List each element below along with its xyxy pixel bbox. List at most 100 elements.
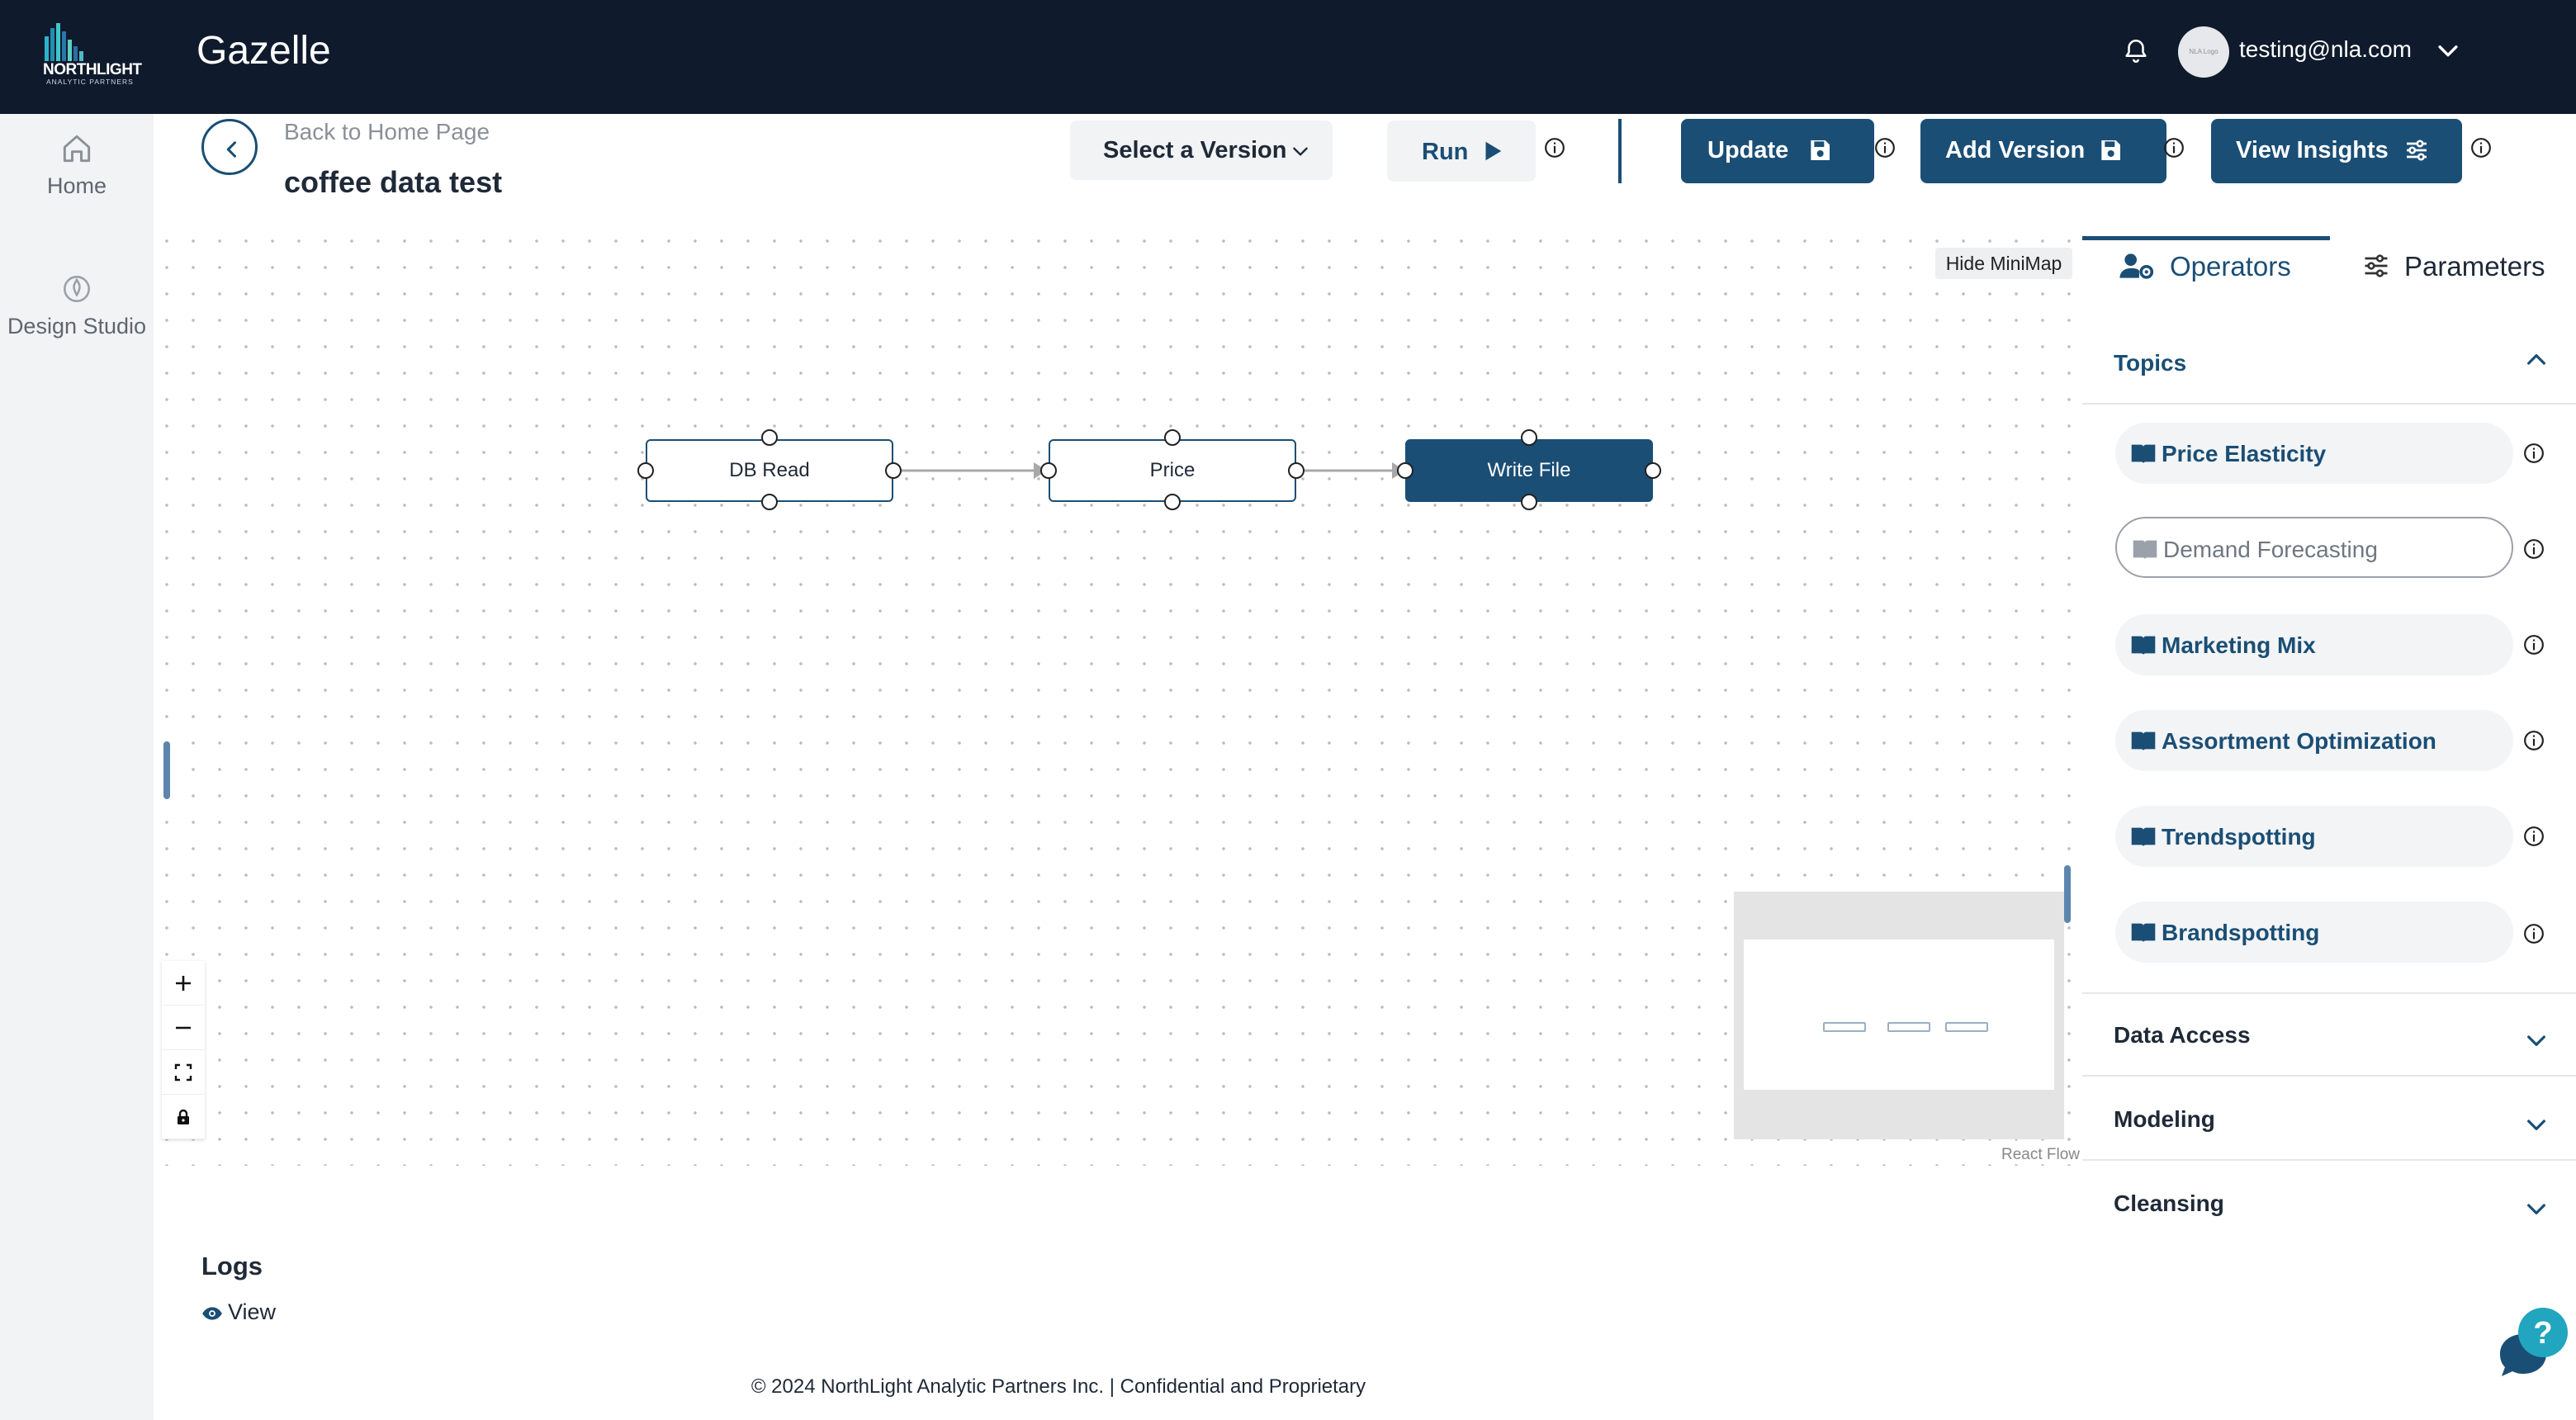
modeling-section-header[interactable]: Modeling xyxy=(2082,1078,2576,1161)
update-button[interactable]: Update xyxy=(1681,119,1874,183)
node-handle[interactable] xyxy=(1397,462,1413,479)
logs-view-link[interactable]: View xyxy=(201,1299,276,1325)
topic-info-icon[interactable] xyxy=(2523,826,2545,847)
nav-item-label: Home xyxy=(46,173,107,198)
node-handle[interactable] xyxy=(1645,462,1661,479)
node-handle[interactable] xyxy=(637,462,654,479)
topic-label: Brandspotting xyxy=(2162,920,2320,945)
topic-demand-forecasting[interactable]: Demand Forecasting xyxy=(2115,517,2513,578)
sliders-icon xyxy=(2407,140,2427,161)
play-icon xyxy=(1485,141,1502,161)
bell-icon[interactable] xyxy=(2122,35,2150,68)
flow-node-db-read[interactable]: DB Read xyxy=(646,439,893,502)
user-email[interactable]: testing@nla.com xyxy=(2239,36,2412,63)
active-tab-indicator xyxy=(2082,236,2330,240)
flow-node-write-file[interactable]: Write File xyxy=(1405,439,1653,502)
version-select[interactable]: Select a Version xyxy=(1070,121,1333,180)
tab-parameters-label: Parameters xyxy=(2404,251,2545,282)
add-version-button[interactable]: Add Version xyxy=(1920,119,2166,183)
tab-operators-label: Operators xyxy=(2170,251,2291,282)
update-info-icon[interactable] xyxy=(1874,137,1896,159)
help-chat-icon[interactable]: ? xyxy=(2488,1306,2576,1385)
topic-brandspotting[interactable]: Brandspotting xyxy=(2115,902,2513,963)
topic-info-icon[interactable] xyxy=(2523,923,2545,944)
zoom-out-button[interactable] xyxy=(162,1006,205,1050)
right-resize-handle[interactable] xyxy=(2064,865,2071,923)
view-insights-button[interactable]: View Insights xyxy=(2211,119,2462,183)
book-icon xyxy=(2131,827,2156,846)
svg-text:?: ? xyxy=(2533,1316,2552,1351)
left-nav: Home Design Studio xyxy=(0,114,154,1420)
node-handle[interactable] xyxy=(1521,494,1537,510)
book-icon xyxy=(2133,540,2157,559)
chevron-down-icon xyxy=(2527,1204,2545,1214)
sliders-icon xyxy=(2365,254,2388,277)
book-icon xyxy=(2131,731,2156,750)
project-title: coffee data test xyxy=(284,165,503,199)
avatar[interactable]: NLA Logo xyxy=(2178,26,2229,78)
topic-trendspotting[interactable]: Trendspotting xyxy=(2115,806,2513,867)
section-label: Cleansing xyxy=(2114,1190,2224,1216)
save-icon xyxy=(2101,140,2120,160)
eye-icon xyxy=(202,1307,222,1320)
cleansing-section-header[interactable]: Cleansing xyxy=(2082,1162,2576,1245)
back-button[interactable] xyxy=(201,119,258,175)
topic-price-elasticity[interactable]: Price Elasticity xyxy=(2115,423,2513,484)
minimap-node xyxy=(1887,1022,1930,1032)
chevron-down-icon[interactable] xyxy=(2434,36,2462,64)
app-title: Gazelle xyxy=(197,29,331,73)
topic-info-icon[interactable] xyxy=(2523,730,2545,751)
update-button-label: Update xyxy=(1707,137,1789,163)
data-access-section-header[interactable]: Data Access xyxy=(2082,994,2576,1077)
tab-operators[interactable]: Operators xyxy=(2119,239,2317,291)
book-icon xyxy=(2131,923,2156,942)
topic-label: Marketing Mix xyxy=(2162,632,2316,658)
user-gear-icon xyxy=(2119,253,2154,279)
minimap[interactable] xyxy=(1734,892,2064,1139)
minus-icon xyxy=(176,1026,191,1030)
node-handle[interactable] xyxy=(1040,462,1057,479)
hide-minimap-button[interactable]: Hide MiniMap xyxy=(1935,248,2072,279)
node-handle[interactable] xyxy=(1521,429,1537,446)
topic-label: Assortment Optimization xyxy=(2162,728,2436,754)
fit-view-icon xyxy=(174,1063,192,1082)
topic-marketing-mix[interactable]: Marketing Mix xyxy=(2115,614,2513,675)
topic-label: Demand Forecasting xyxy=(2163,537,2378,562)
topic-info-icon[interactable] xyxy=(2523,634,2545,656)
zoom-in-button[interactable] xyxy=(162,961,205,1006)
nav-item-home[interactable]: Home xyxy=(0,130,154,199)
section-label: Modeling xyxy=(2114,1106,2215,1132)
node-handle[interactable] xyxy=(761,429,778,446)
view-insights-info-icon[interactable] xyxy=(2470,137,2492,159)
run-info-icon[interactable] xyxy=(1544,137,1565,159)
react-flow-attribution[interactable]: React Flow xyxy=(2001,1146,2080,1164)
node-handle[interactable] xyxy=(885,462,902,479)
add-version-info-icon[interactable] xyxy=(2163,137,2185,159)
fit-view-button[interactable] xyxy=(162,1050,205,1095)
logo-wordmark: NORTHLIGHT xyxy=(43,61,142,78)
left-resize-handle[interactable] xyxy=(163,741,170,799)
logo-tagline: ANALYTIC PARTNERS xyxy=(46,78,134,86)
topic-assortment-optimization[interactable]: Assortment Optimization xyxy=(2115,710,2513,771)
node-handle[interactable] xyxy=(761,494,778,510)
toolbar-divider xyxy=(1618,119,1622,183)
run-button[interactable]: Run xyxy=(1387,121,1536,182)
node-handle[interactable] xyxy=(1164,429,1181,446)
tab-parameters[interactable]: Parameters xyxy=(2361,239,2568,291)
back-to-home-link[interactable]: Back to Home Page xyxy=(284,119,490,145)
footer-copyright: © 2024 NorthLight Analytic Partners Inc.… xyxy=(751,1375,1366,1398)
minimap-node xyxy=(1823,1022,1866,1032)
book-icon xyxy=(2131,444,2156,463)
nav-item-design-studio[interactable]: Design Studio xyxy=(0,271,154,339)
node-handle[interactable] xyxy=(1164,494,1181,510)
node-handle[interactable] xyxy=(1288,462,1305,479)
northlight-logo[interactable]: NORTHLIGHT ANALYTIC PARTNERS xyxy=(38,21,159,88)
topic-info-icon[interactable] xyxy=(2523,443,2545,464)
book-icon xyxy=(2131,636,2156,655)
topics-header-label: Topics xyxy=(2114,350,2187,376)
topic-info-icon[interactable] xyxy=(2523,538,2545,560)
flow-node-price[interactable]: Price xyxy=(1049,439,1296,502)
topics-section-header[interactable]: Topics xyxy=(2082,322,2576,405)
chevron-up-icon xyxy=(2527,354,2545,365)
lock-button[interactable] xyxy=(162,1095,205,1139)
